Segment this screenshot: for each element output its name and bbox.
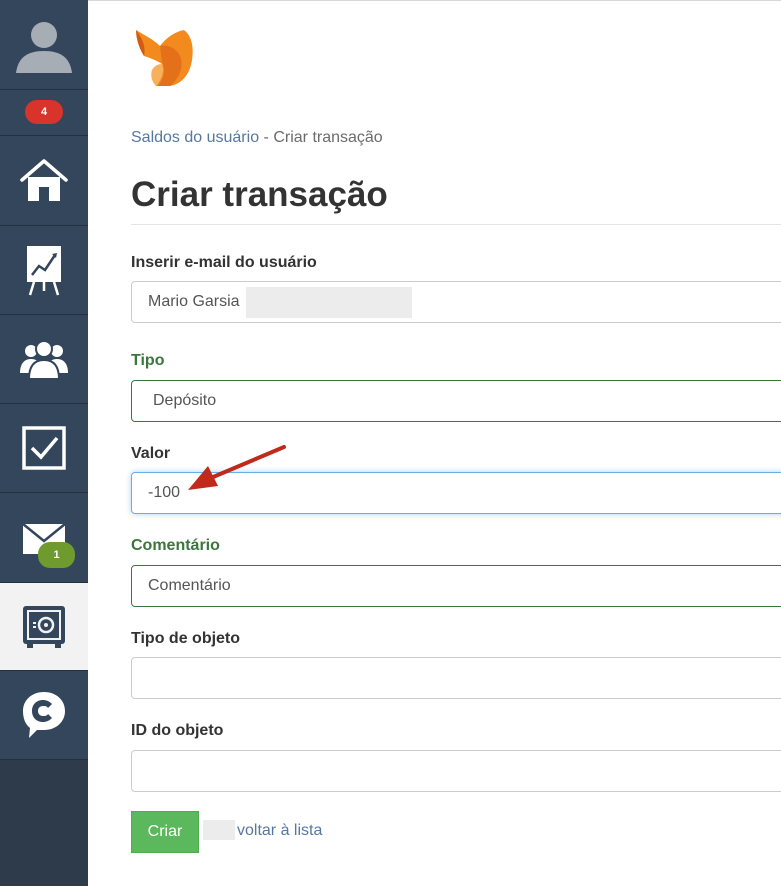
object-id-field[interactable]	[131, 750, 781, 792]
type-label: Tipo	[131, 352, 165, 369]
messages-badge: 1	[38, 542, 75, 568]
object-type-label: Tipo de objeto	[131, 630, 241, 647]
notifications-badge: 4	[25, 100, 63, 124]
users-group-icon	[20, 340, 68, 379]
home-icon	[20, 158, 68, 201]
sidebar-item-messages[interactable]: 1	[0, 493, 88, 583]
breadcrumb: Saldos do usuário - Criar transação	[131, 129, 383, 147]
redacted-action	[203, 820, 235, 840]
sidebar-item-chat[interactable]	[0, 671, 88, 760]
object-type-field[interactable]	[131, 657, 781, 699]
breadcrumb-link-balances[interactable]: Saldos do usuário	[131, 129, 259, 146]
page-title: Criar transação	[131, 175, 388, 214]
breadcrumb-current: Criar transação	[273, 129, 383, 146]
sidebar: 4 1	[0, 0, 88, 886]
safe-icon	[23, 605, 65, 648]
sidebar-notifications[interactable]: 4	[0, 90, 88, 136]
sidebar-item-home[interactable]	[0, 136, 88, 226]
chart-presentation-icon	[27, 246, 61, 296]
type-selected-value: Depósito	[153, 392, 217, 409]
redacted-email-part	[246, 287, 412, 318]
comment-label: Comentário	[131, 537, 220, 554]
object-id-label: ID do objeto	[131, 722, 224, 739]
top-border	[88, 0, 781, 1]
email-field[interactable]	[131, 281, 781, 323]
sidebar-item-tasks[interactable]	[0, 404, 88, 493]
type-select[interactable]: Depósito	[131, 380, 781, 422]
create-button[interactable]: Criar	[131, 811, 199, 853]
checkbox-icon	[22, 426, 66, 470]
annotation-arrow-icon	[188, 445, 286, 490]
email-label: Inserir e-mail do usuário	[131, 254, 317, 271]
back-to-list-link[interactable]: voltar à lista	[237, 822, 322, 840]
avatar-icon	[16, 21, 72, 73]
comment-field[interactable]	[131, 565, 781, 607]
breadcrumb-separator: -	[263, 129, 269, 146]
sidebar-item-reports[interactable]	[0, 226, 88, 315]
sidebar-item-users[interactable]	[0, 315, 88, 404]
amount-label: Valor	[131, 445, 171, 462]
sidebar-item-balances[interactable]	[0, 583, 88, 671]
title-divider	[131, 224, 781, 225]
chat-c-icon	[23, 692, 65, 738]
sidebar-profile[interactable]	[0, 0, 88, 90]
fox-logo-icon	[136, 30, 193, 86]
